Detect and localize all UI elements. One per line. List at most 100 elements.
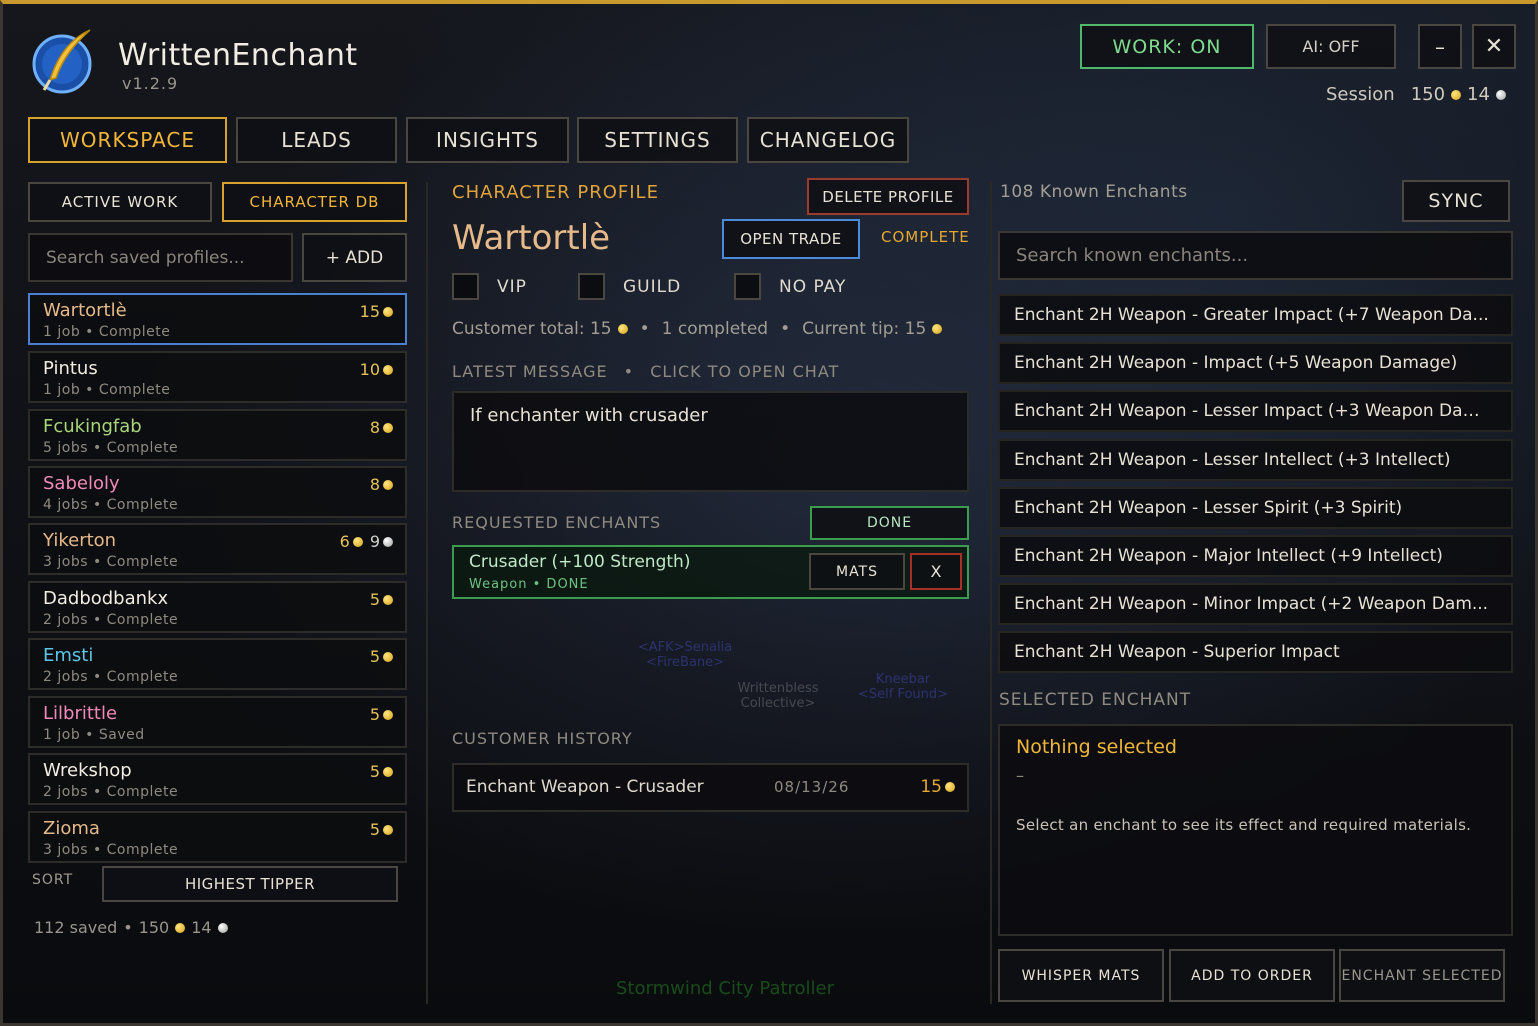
latest-message-box[interactable]: If enchanter with crusader [452, 391, 969, 492]
enchant-name: Enchant 2H Weapon - Major Intellect (+9 … [1014, 546, 1443, 566]
profile-meta: 1 job • Complete [43, 382, 171, 398]
vip-label: VIP [497, 277, 527, 297]
profile-row[interactable]: Zioma 3 jobs • Complete 5 [28, 811, 407, 863]
enchant-list-item[interactable]: Enchant 2H Weapon - Minor Impact (+2 Wea… [998, 583, 1513, 626]
enchant-list-item[interactable]: Enchant 2H Weapon - Greater Impact (+7 W… [998, 294, 1513, 336]
history-date: 08/13/26 [774, 778, 850, 796]
profile-meta: 2 jobs • Complete [43, 612, 179, 628]
profile-gold: 8 [369, 418, 380, 437]
gold-coin-icon [383, 306, 393, 317]
session-silver: 14 [1467, 84, 1490, 105]
close-button[interactable]: ✕ [1472, 24, 1516, 69]
enchant-name: Enchant 2H Weapon - Lesser Intellect (+3… [1014, 449, 1451, 470]
profile-tip-value: 69 [340, 532, 393, 551]
profile-row[interactable]: Emsti 2 jobs • Complete 5 [28, 638, 407, 690]
ai-toggle-button[interactable]: AI: OFF [1266, 24, 1396, 69]
customer-stats: Customer total: 15 • 1 completed • Curre… [452, 319, 943, 339]
enchant-selected-button[interactable]: ENCHANT SELECTED [1339, 949, 1505, 1002]
delete-profile-button[interactable]: DELETE PROFILE [807, 178, 969, 215]
profile-name: Wartortlè [452, 218, 611, 258]
profile-name: Dadbodbankx [43, 588, 169, 609]
add-profile-button[interactable]: + ADD [302, 233, 407, 282]
tab-changelog[interactable]: CHANGELOG [747, 117, 909, 163]
done-button[interactable]: DONE [810, 506, 969, 540]
guild-checkbox[interactable] [578, 273, 605, 300]
selected-enchant-description: Select an enchant to see its effect and … [1016, 816, 1472, 834]
character-profile-title: CHARACTER PROFILE [452, 182, 659, 203]
profile-row[interactable]: Wartortlè 1 job • Complete 15 [28, 293, 407, 345]
enchant-name: Enchant 2H Weapon - Greater Impact (+7 W… [1014, 305, 1489, 325]
subtab-character-db[interactable]: CHARACTER DB [222, 182, 407, 222]
profile-row[interactable]: Lilbrittle 1 job • Saved 5 [28, 696, 407, 748]
profile-meta: 1 job • Complete [43, 324, 171, 340]
profile-name: Yikerton [43, 530, 117, 551]
quill-logo-icon [32, 29, 92, 94]
gold-coin-icon [383, 364, 393, 375]
profile-meta: 2 jobs • Complete [43, 669, 179, 685]
enchant-list-item[interactable]: Enchant 2H Weapon - Major Intellect (+9 … [998, 535, 1513, 577]
enchant-list-item[interactable]: Enchant 2H Weapon - Lesser Spirit (+3 Sp… [998, 486, 1513, 529]
whisper-mats-button[interactable]: WHISPER MATS [998, 949, 1164, 1002]
tab-leads[interactable]: LEADS [236, 117, 397, 163]
gold-coin-icon [383, 709, 393, 720]
open-chat-link[interactable]: CLICK TO OPEN CHAT [650, 362, 839, 381]
profile-meta: 4 jobs • Complete [43, 497, 179, 513]
enchant-list-item[interactable]: Enchant 2H Weapon - Impact (+5 Weapon Da… [998, 342, 1513, 385]
profile-gold: 5 [369, 590, 380, 609]
open-trade-button[interactable]: OPEN TRADE [722, 219, 860, 259]
profile-row[interactable]: Yikerton 3 jobs • Complete 6 9 [28, 523, 407, 575]
profile-row[interactable]: Dadbodbankx 2 jobs • Complete 5 [28, 581, 407, 633]
add-to-order-button[interactable]: ADD TO ORDER [1169, 949, 1335, 1002]
profile-name: Wrekshop [43, 760, 132, 781]
enchant-name: Enchant 2H Weapon - Lesser Spirit (+3 Sp… [1014, 497, 1403, 518]
gold-coin-icon [383, 422, 393, 433]
panel-divider [990, 182, 992, 1004]
profile-gold: 5 [369, 647, 380, 666]
panel-divider [426, 182, 428, 1004]
subtab-active-work[interactable]: ACTIVE WORK [28, 182, 212, 222]
no-pay-checkbox[interactable] [734, 273, 761, 300]
history-value: 15 [920, 777, 955, 797]
gold-coin-icon [175, 922, 186, 933]
profile-tip-value: 8 [370, 475, 393, 494]
gold-coin-icon [617, 324, 628, 334]
profile-meta: 1 job • Saved [43, 727, 145, 743]
no-pay-label: NO PAY [779, 277, 847, 297]
sync-button[interactable]: SYNC [1402, 180, 1510, 222]
tab-settings[interactable]: SETTINGS [577, 117, 738, 163]
profile-row[interactable]: Wrekshop 2 jobs • Complete 5 [28, 753, 407, 805]
mats-button[interactable]: MATS [809, 553, 905, 590]
gold-coin-icon [383, 479, 393, 490]
enchant-search-input[interactable]: Search known enchants... [998, 231, 1513, 280]
enchant-list-item[interactable]: Enchant 2H Weapon - Lesser Impact (+3 We… [998, 390, 1513, 433]
minimize-button[interactable]: – [1418, 24, 1462, 69]
vip-checkbox[interactable] [452, 273, 479, 300]
profile-row[interactable]: Sabeloly 4 jobs • Complete 8 [28, 466, 407, 518]
requested-enchants-label: REQUESTED ENCHANTS [452, 513, 662, 532]
profile-gold: 5 [369, 820, 380, 839]
gold-coin-icon [383, 651, 393, 662]
tab-workspace[interactable]: WORKSPACE [28, 117, 227, 163]
enchant-list-item[interactable]: Enchant 2H Weapon - Superior Impact [998, 631, 1513, 674]
profile-meta: 5 jobs • Complete [43, 440, 179, 456]
profile-search-input[interactable]: Search saved profiles... [28, 233, 293, 282]
enchant-list-item[interactable]: Enchant 2H Weapon - Lesser Intellect (+3… [998, 438, 1513, 481]
tab-insights[interactable]: INSIGHTS [406, 117, 569, 163]
sort-dropdown[interactable]: HIGHEST TIPPER [102, 866, 398, 902]
history-gold: 15 [920, 777, 942, 797]
selected-enchant-panel: Nothing selected – Select an enchant to … [998, 724, 1513, 936]
gold-coin-icon [352, 536, 363, 547]
saved-silver: 14 [191, 918, 212, 937]
enchant-name: Enchant 2H Weapon - Minor Impact (+2 Wea… [1014, 594, 1489, 615]
profile-gold: 5 [369, 705, 380, 724]
complete-button[interactable]: COMPLETE [881, 228, 970, 246]
profile-row[interactable]: Pintus 1 job • Complete 10 [28, 351, 407, 403]
profile-name: Sabeloly [43, 473, 120, 494]
history-row[interactable]: Enchant Weapon - Crusader 08/13/26 15 [452, 763, 969, 812]
remove-enchant-button[interactable]: X [910, 553, 962, 590]
work-toggle-button[interactable]: WORK: ON [1080, 24, 1254, 69]
separator-dot: • [623, 362, 635, 381]
profile-gold: 10 [359, 360, 380, 379]
profile-row[interactable]: Fcukingfab 5 jobs • Complete 8 [28, 409, 407, 461]
silver-coin-icon [217, 922, 228, 933]
